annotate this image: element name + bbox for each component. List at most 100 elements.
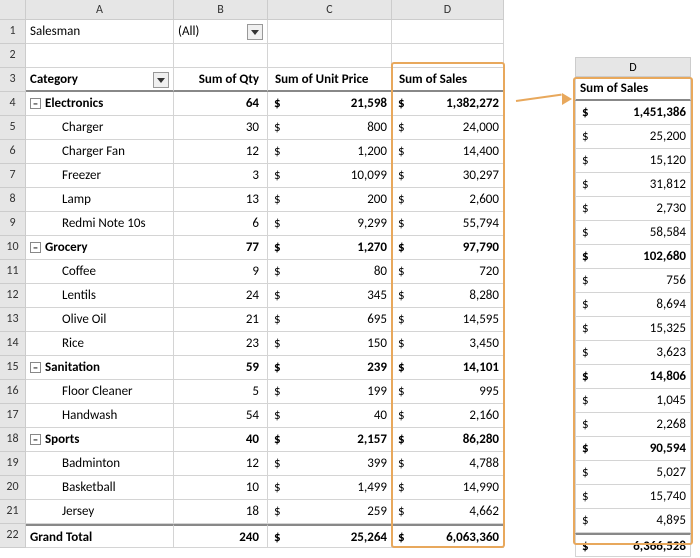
panel2-value: $102,680	[575, 245, 691, 269]
item-qty: 13	[174, 188, 268, 212]
header-sales: Sum of Sales	[392, 68, 504, 92]
group-qty: 64	[174, 92, 268, 116]
item-price: $1,200	[268, 140, 392, 164]
column-headers: A B C D	[0, 0, 504, 20]
panel2-value: $1,045	[575, 389, 691, 413]
item-sales: $24,000	[392, 116, 504, 140]
item-price: $9,299	[268, 212, 392, 236]
panel2-value: $15,325	[575, 317, 691, 341]
header-category[interactable]: Category	[26, 68, 174, 92]
row-header[interactable]: 15	[0, 356, 26, 380]
item-label: Floor Cleaner	[26, 380, 174, 404]
col-header-B[interactable]: B	[174, 0, 268, 20]
panel2-value: $14,806	[575, 365, 691, 389]
item-qty: 12	[174, 452, 268, 476]
item-sales: $14,990	[392, 476, 504, 500]
item-qty: 30	[174, 116, 268, 140]
row-header[interactable]: 3	[0, 68, 26, 92]
collapse-icon[interactable]: −	[30, 362, 41, 373]
empty-cell	[392, 20, 504, 44]
item-label: Olive Oil	[26, 308, 174, 332]
row-header[interactable]: 20	[0, 476, 26, 500]
row-header[interactable]: 10	[0, 236, 26, 260]
item-sales: $995	[392, 380, 504, 404]
item-sales: $14,595	[392, 308, 504, 332]
collapse-icon[interactable]: −	[30, 242, 41, 253]
row-header[interactable]: 18	[0, 428, 26, 452]
item-sales: $4,788	[392, 452, 504, 476]
empty-cell	[268, 44, 392, 68]
row-header[interactable]: 13	[0, 308, 26, 332]
group-price: $21,598	[268, 92, 392, 116]
item-label: Rice	[26, 332, 174, 356]
item-price: $399	[268, 452, 392, 476]
row-header[interactable]: 21	[0, 500, 26, 524]
panel2-value: $1,451,386	[575, 101, 691, 125]
item-price: $259	[268, 500, 392, 524]
row-header[interactable]: 4	[0, 92, 26, 116]
item-label: Basketball	[26, 476, 174, 500]
item-price: $345	[268, 284, 392, 308]
row-header[interactable]: 19	[0, 452, 26, 476]
group-sales: $97,790	[392, 236, 504, 260]
grand-total-label: Grand Total	[26, 524, 174, 548]
group-sanitation[interactable]: −Sanitation	[26, 356, 174, 380]
group-grocery[interactable]: −Grocery	[26, 236, 174, 260]
corner-cell	[0, 0, 26, 20]
grand-total-qty: 240	[174, 524, 268, 548]
col-header-D-right[interactable]: D	[575, 57, 691, 77]
item-price: $200	[268, 188, 392, 212]
row-header[interactable]: 11	[0, 260, 26, 284]
item-sales: $2,600	[392, 188, 504, 212]
item-qty: 24	[174, 284, 268, 308]
row-header[interactable]: 2	[0, 44, 26, 68]
item-price: $1,499	[268, 476, 392, 500]
arrow-annotation	[516, 94, 572, 108]
group-electronics[interactable]: −Electronics	[26, 92, 174, 116]
item-sales: $4,662	[392, 500, 504, 524]
panel2-value: $90,594	[575, 437, 691, 461]
item-label: Jersey	[26, 500, 174, 524]
empty-cell	[392, 44, 504, 68]
item-price: $150	[268, 332, 392, 356]
group-sales: $86,280	[392, 428, 504, 452]
panel2-value: $5,027	[575, 461, 691, 485]
row-header[interactable]: 7	[0, 164, 26, 188]
item-qty: 18	[174, 500, 268, 524]
pivot-table-main: A B C D 1Salesman(All)23CategorySum of Q…	[0, 0, 504, 548]
row-header[interactable]: 14	[0, 332, 26, 356]
col-header-C[interactable]: C	[268, 0, 392, 20]
row-header[interactable]: 8	[0, 188, 26, 212]
item-price: $80	[268, 260, 392, 284]
group-qty: 59	[174, 356, 268, 380]
item-sales: $8,280	[392, 284, 504, 308]
panel2-value: $6,366,528	[575, 533, 691, 557]
row-header[interactable]: 22	[0, 524, 26, 548]
group-qty: 40	[174, 428, 268, 452]
panel2-value: $25,200	[575, 125, 691, 149]
dropdown-icon[interactable]	[247, 24, 263, 40]
collapse-icon[interactable]: −	[30, 434, 41, 445]
dropdown-icon[interactable]	[153, 72, 169, 88]
row-header[interactable]: 17	[0, 404, 26, 428]
item-sales: $30,297	[392, 164, 504, 188]
col-header-A[interactable]: A	[26, 0, 174, 20]
group-sports[interactable]: −Sports	[26, 428, 174, 452]
item-qty: 10	[174, 476, 268, 500]
row-header[interactable]: 12	[0, 284, 26, 308]
item-qty: 5	[174, 380, 268, 404]
item-sales: $720	[392, 260, 504, 284]
item-sales: $3,450	[392, 332, 504, 356]
row-header[interactable]: 16	[0, 380, 26, 404]
item-price: $695	[268, 308, 392, 332]
filter-field-label: Salesman	[26, 20, 174, 44]
collapse-icon[interactable]: −	[30, 98, 41, 109]
col-header-D[interactable]: D	[392, 0, 504, 20]
group-qty: 77	[174, 236, 268, 260]
row-header[interactable]: 9	[0, 212, 26, 236]
filter-value-dropdown[interactable]: (All)	[174, 20, 268, 44]
row-header[interactable]: 1	[0, 20, 26, 44]
panel2-header: Sum of Sales	[575, 77, 691, 101]
row-header[interactable]: 6	[0, 140, 26, 164]
row-header[interactable]: 5	[0, 116, 26, 140]
